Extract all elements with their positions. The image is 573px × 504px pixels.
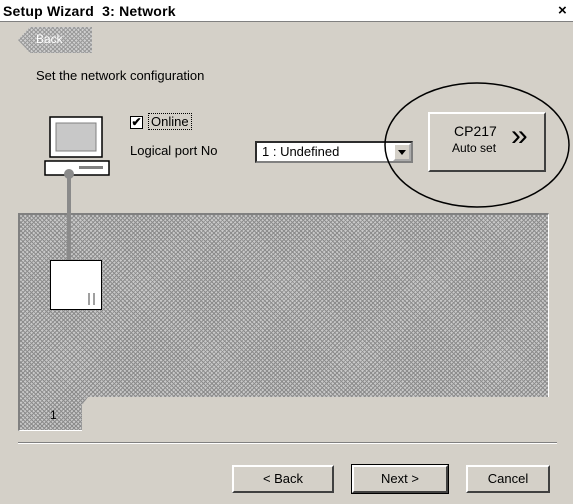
station-slot: [88, 293, 95, 305]
back-button[interactable]: < Back: [232, 465, 334, 493]
logical-port-value: 1 : Undefined: [262, 144, 340, 159]
connector-node-top: [64, 169, 74, 179]
network-connector-line: [67, 172, 71, 266]
cancel-button[interactable]: Cancel: [466, 465, 550, 493]
back-tab-label: Back: [36, 32, 63, 46]
online-label[interactable]: Online: [148, 113, 192, 130]
double-chevron-icon: »: [511, 119, 528, 152]
network-rack-area[interactable]: [18, 213, 549, 431]
pc-monitor-icon: [44, 116, 110, 176]
instruction-text: Set the network configuration: [36, 68, 205, 83]
online-checkbox[interactable]: ✔: [130, 116, 143, 129]
logical-port-label: Logical port No: [130, 143, 218, 158]
logical-port-select[interactable]: 1 : Undefined: [255, 141, 413, 163]
station-module-icon[interactable]: [50, 260, 102, 310]
next-button[interactable]: Next >: [351, 464, 449, 494]
divider: [18, 442, 557, 444]
close-icon[interactable]: ×: [558, 2, 567, 19]
cp-button-line2: Auto set: [452, 141, 497, 155]
dropdown-arrow-icon[interactable]: [393, 143, 411, 161]
cp217-auto-set-button[interactable]: CP217 Auto set »: [428, 112, 546, 172]
cp-button-line1: CP217: [454, 123, 497, 139]
rack-tab-label[interactable]: 1: [50, 408, 57, 422]
window-title: Setup Wizard 3: Network: [3, 3, 176, 19]
